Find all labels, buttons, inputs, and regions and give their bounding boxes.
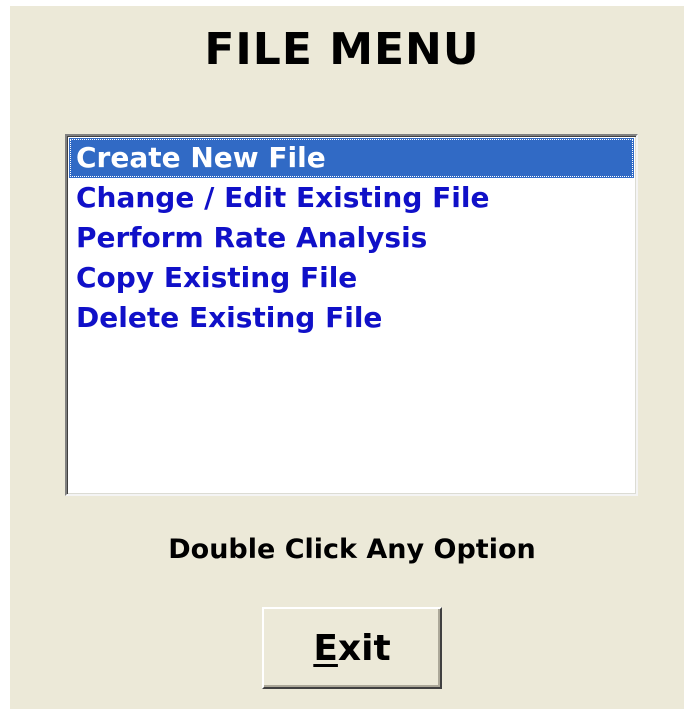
exit-button[interactable]: Exit (262, 607, 442, 689)
option-create-new-file[interactable]: Create New File (69, 138, 634, 178)
exit-label-rest: xit (337, 627, 391, 669)
exit-mnemonic: E (313, 627, 338, 669)
page-title: FILE MENU (204, 24, 480, 75)
file-options-listbox[interactable]: Create New File Change / Edit Existing F… (65, 134, 638, 496)
option-perform-rate-analysis[interactable]: Perform Rate Analysis (69, 218, 634, 258)
instruction-text: Double Click Any Option (168, 534, 536, 565)
option-delete-existing-file[interactable]: Delete Existing File (69, 298, 634, 338)
option-change-edit-existing-file[interactable]: Change / Edit Existing File (69, 178, 634, 218)
option-copy-existing-file[interactable]: Copy Existing File (69, 258, 634, 298)
